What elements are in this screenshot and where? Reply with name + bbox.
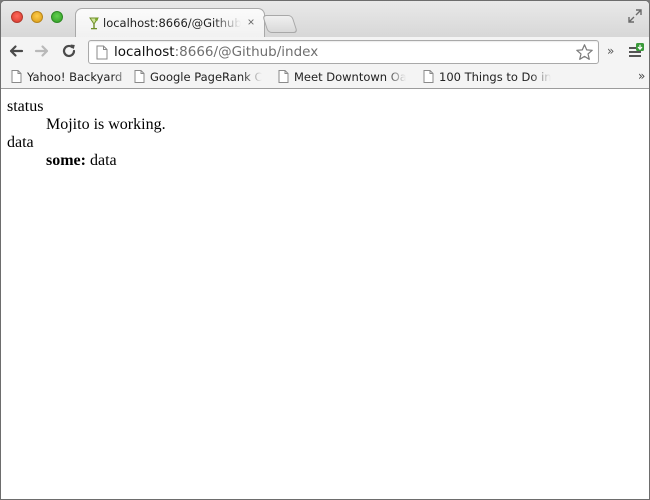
data-key: some:: [46, 152, 86, 169]
status-term: status: [7, 98, 44, 115]
page-icon: [134, 70, 145, 83]
fullscreen-icon[interactable]: [628, 9, 642, 23]
toolbar: localhost:8666/@Github/index »: [1, 37, 649, 65]
tab-title: localhost:8666/@Github/index: [103, 16, 241, 30]
data-value: some: data: [46, 152, 649, 170]
bookmark-label: Google PageRank Checker: [150, 70, 262, 84]
tab-localhost[interactable]: localhost:8666/@Github/index ×: [75, 8, 265, 38]
new-tab-button[interactable]: [262, 15, 298, 33]
bookmark-item[interactable]: Meet Downtown Oakland: [278, 69, 406, 85]
forward-arrow-icon[interactable]: [33, 42, 51, 60]
mojito-favicon-icon: [88, 17, 100, 30]
data-term: data: [7, 134, 34, 151]
url-text[interactable]: localhost:8666/@Github/index: [114, 44, 318, 62]
bookmark-label: Yahoo! Backyard: [27, 70, 123, 84]
close-window-button[interactable]: [11, 11, 23, 23]
page-icon: [278, 70, 289, 83]
address-bar[interactable]: localhost:8666/@Github/index: [88, 40, 599, 64]
maximize-window-button[interactable]: [51, 11, 63, 23]
extensions-overflow-icon[interactable]: »: [607, 44, 614, 58]
minimize-window-button[interactable]: [31, 11, 43, 23]
url-path: :8666/@Github/index: [174, 44, 319, 60]
tab-strip: localhost:8666/@Github/index ×: [1, 1, 649, 38]
back-arrow-icon[interactable]: [7, 42, 25, 60]
result-list: status Mojito is working. data some: dat…: [1, 90, 649, 170]
tab-close-icon[interactable]: ×: [244, 14, 258, 30]
bookmarks-bar: Yahoo! Backyard Google PageRank Checker …: [1, 65, 649, 89]
page-content: status Mojito is working. data some: dat…: [1, 90, 649, 499]
page-icon: [96, 45, 108, 60]
bookmark-label: 100 Things to Do in: [439, 70, 551, 84]
data-value-text: data: [89, 152, 117, 169]
status-value: Mojito is working.: [46, 116, 166, 133]
star-icon[interactable]: [575, 43, 594, 62]
bookmark-label: Meet Downtown Oakland: [294, 70, 406, 84]
bookmark-item[interactable]: Yahoo! Backyard: [11, 69, 131, 85]
page-icon: [11, 70, 22, 83]
bookmark-item[interactable]: Google PageRank Checker: [134, 69, 262, 85]
bookmarks-overflow-icon[interactable]: »: [638, 69, 645, 83]
chrome-menu-icon[interactable]: [628, 43, 644, 59]
bookmark-item[interactable]: 100 Things to Do in: [423, 69, 551, 85]
page-icon: [423, 70, 434, 83]
browser-window: localhost:8666/@Github/index ×: [0, 0, 650, 500]
reload-icon[interactable]: [60, 42, 78, 60]
url-host: localhost: [114, 44, 175, 60]
